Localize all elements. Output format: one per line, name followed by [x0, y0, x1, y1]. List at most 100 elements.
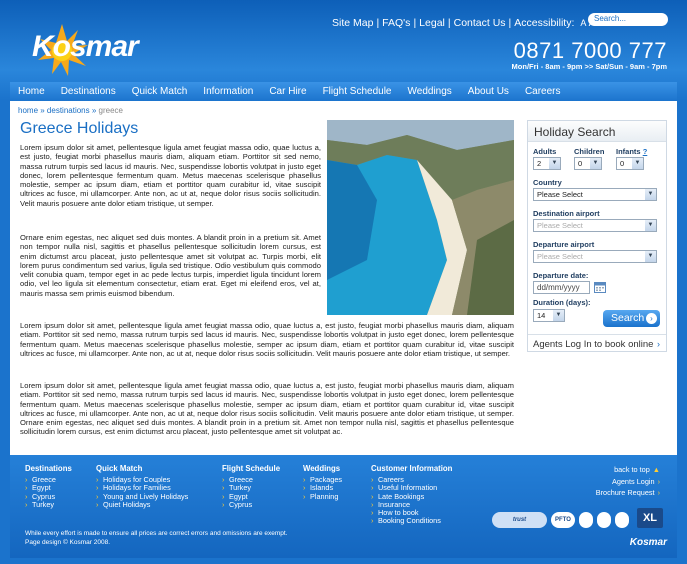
breadcrumb-current: greece — [98, 106, 123, 115]
footer-heading[interactable]: Weddings — [303, 464, 342, 473]
chevron-down-icon: ▼ — [549, 158, 560, 169]
logo-wordmark[interactable]: Kosmar — [32, 30, 139, 64]
footer-weddings: Weddings Packages Islands Planning — [303, 464, 342, 501]
nav-quick-match[interactable]: Quick Match — [124, 86, 196, 97]
agents-login-footer-link[interactable]: Agents Login › — [596, 476, 660, 488]
footer-flight-schedule: Flight Schedule Greece Turkey Egypt Cypr… — [222, 464, 280, 509]
departure-airport-select[interactable]: Please Select ▼ — [533, 250, 657, 263]
duration-value: 14 — [537, 311, 546, 320]
chevron-down-icon: ▼ — [553, 310, 564, 321]
duration-select[interactable]: 14 ▼ — [533, 309, 565, 322]
breadcrumb: home » destinations » greece — [18, 106, 123, 115]
breadcrumb-destinations[interactable]: destinations — [47, 106, 90, 115]
site-search-input[interactable]: Search... — [588, 13, 668, 26]
body-paragraph: Lorem ipsum dolor sit amet, pellentesque… — [20, 321, 514, 358]
nav-car-hire[interactable]: Car Hire — [261, 86, 314, 97]
footer-link[interactable]: Quiet Holidays — [96, 500, 188, 509]
destination-airport-label: Destination airport — [533, 209, 600, 218]
phone-number: 0871 7000 777 — [513, 38, 667, 63]
divider: | — [413, 17, 417, 29]
opening-hours: Mon/Fri - 8am - 9pm >> Sat/Sun - 9am - 7… — [511, 62, 667, 71]
xl-badge: XL — [637, 508, 663, 528]
body-paragraph: Lorem ipsum dolor sit amet, pellentesque… — [20, 381, 514, 437]
duration-label: Duration (days): — [533, 298, 591, 307]
arrow-up-icon: ▲ — [652, 465, 660, 474]
chevron-down-icon: ▼ — [590, 158, 601, 169]
greece-beach-photo — [327, 120, 514, 315]
agents-login-footer-label: Agents Login — [611, 476, 655, 486]
footer-disclaimer: While every effort is made to ensure all… — [25, 529, 288, 547]
search-button[interactable]: Search › — [603, 310, 660, 327]
footer-heading[interactable]: Flight Schedule — [222, 464, 280, 473]
destination-airport-value: Please Select — [537, 221, 583, 230]
footer-heading[interactable]: Quick Match — [96, 464, 188, 473]
faqs-link[interactable]: FAQ's — [382, 17, 410, 29]
trust-badge: trust — [492, 512, 547, 528]
footer-logo[interactable]: Kosmar — [630, 537, 667, 548]
footer-customer-info: Customer Information Careers Useful Info… — [371, 464, 452, 526]
divider: | — [447, 17, 451, 29]
footer-link[interactable]: Cyprus — [222, 500, 280, 509]
chevron-down-icon: ▼ — [645, 220, 656, 231]
nav-about-us[interactable]: About Us — [460, 86, 517, 97]
breadcrumb-home[interactable]: home — [18, 106, 38, 115]
brochure-request-link[interactable]: Brochure Request › — [596, 487, 660, 499]
intro-paragraph: Lorem ipsum dolor sit amet, pellentesque… — [20, 143, 321, 208]
adults-label: Adults — [533, 147, 557, 156]
children-label: Children — [574, 147, 605, 156]
site-map-link[interactable]: Site Map — [332, 17, 373, 29]
divider: | — [376, 17, 380, 29]
page-title: Greece Holidays — [20, 120, 139, 137]
chevron-right-icon: › — [657, 476, 660, 486]
nav-careers[interactable]: Careers — [517, 86, 569, 97]
chevron-right-icon: › — [657, 488, 660, 497]
chevron-right-icon: › — [646, 313, 657, 324]
agents-login-label: Agents Log In to book online — [533, 339, 654, 350]
nav-information[interactable]: Information — [195, 86, 261, 97]
nav-home[interactable]: Home — [10, 86, 53, 97]
holiday-search-panel: Holiday Search Adults 2 ▼ Children 0 ▼ Inf… — [527, 120, 667, 352]
footer-link[interactable]: Booking Conditions — [371, 517, 452, 526]
adults-select[interactable]: 2 ▼ — [533, 157, 561, 170]
chevron-down-icon: ▼ — [645, 189, 656, 200]
country-select[interactable]: Please Select ▼ — [533, 188, 657, 201]
infants-label: Infants ? — [616, 147, 647, 156]
departure-date-input[interactable]: dd/mm/yyyy — [533, 281, 590, 294]
footer-heading[interactable]: Destinations — [25, 464, 72, 473]
top-links: Site Map | FAQ's | Legal | Contact Us | Accessib… — [332, 15, 606, 29]
footer-link[interactable]: Turkey — [25, 500, 72, 509]
departure-date-label: Departure date: — [533, 271, 589, 280]
breadcrumb-sep: » — [89, 106, 99, 115]
holiday-search-title: Holiday Search — [528, 121, 666, 142]
legal-link[interactable]: Legal — [419, 17, 445, 29]
infants-select[interactable]: 0 ▼ — [616, 157, 644, 170]
children-value: 0 — [578, 159, 583, 168]
iata-badge-icon — [615, 512, 629, 528]
text-size-small-button[interactable]: A — [580, 18, 586, 28]
footer: Destinations Greece Egypt Cyprus Turkey … — [10, 455, 677, 558]
footer-heading[interactable]: Customer Information — [371, 464, 452, 473]
page: Kosmar Site Map | FAQ's | Legal | Contact Us | A… — [0, 0, 687, 564]
nav-weddings[interactable]: Weddings — [400, 86, 460, 97]
back-to-top-link[interactable]: back to top ▲ — [596, 464, 660, 476]
footer-destinations: Destinations Greece Egypt Cyprus Turkey — [25, 464, 72, 509]
contact-link[interactable]: Contact Us — [454, 17, 506, 29]
calendar-icon[interactable] — [594, 281, 606, 293]
infants-label-text: Infants — [616, 147, 641, 156]
brochure-request-label: Brochure Request — [595, 488, 655, 497]
nav-flight-schedule[interactable]: Flight Schedule — [315, 86, 400, 97]
accessibility-label: Accessibility: — [514, 17, 575, 29]
destination-airport-select[interactable]: Please Select ▼ — [533, 219, 657, 232]
departure-airport-label: Departure airport — [533, 240, 595, 249]
footer-link[interactable]: Planning — [303, 492, 342, 501]
abta-badge-icon — [597, 512, 611, 528]
header: Kosmar Site Map | FAQ's | Legal | Contact Us | A… — [0, 0, 687, 82]
infants-value: 0 — [620, 159, 625, 168]
nav-destinations[interactable]: Destinations — [53, 86, 124, 97]
agents-login-link[interactable]: Agents Log In to book online › — [528, 334, 666, 354]
back-to-top-label: back to top — [614, 465, 650, 474]
body-paragraph: Ornare enim egestas, nec aliquet sed dui… — [20, 233, 321, 298]
infants-help-link[interactable]: ? — [643, 147, 648, 156]
children-select[interactable]: 0 ▼ — [574, 157, 602, 170]
disclaimer-text: While every effort is made to ensure all… — [25, 530, 288, 537]
